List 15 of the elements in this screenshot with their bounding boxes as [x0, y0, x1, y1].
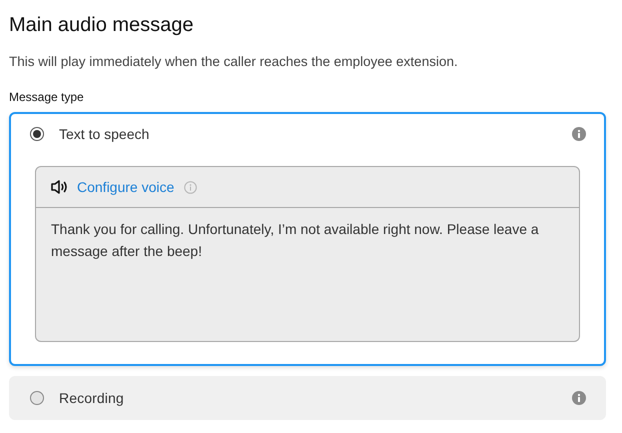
section-description: This will play immediately when the caller reaches the employee extension.	[9, 53, 459, 71]
option-label: Text to speech	[59, 124, 150, 144]
info-icon[interactable]	[184, 180, 198, 194]
section-title: Main audio message	[9, 13, 195, 38]
configure-voice-link[interactable]: Configure voice	[77, 176, 174, 198]
message-type-option[interactable]: Text to speech Configure voice Thank you for calling. Unfortunately, I’m not available right now. Please leave a message after the beep!	[9, 112, 606, 366]
field-label: Message type	[9, 89, 85, 106]
radio-button[interactable]	[30, 391, 44, 406]
message-text-field[interactable]: Thank you for calling. Unfortunately, I’m not available right now. Please leave a message after the beep!	[35, 208, 580, 342]
info-icon[interactable]	[572, 391, 586, 406]
option-label: Recording	[59, 388, 125, 408]
speaker-icon	[51, 179, 69, 196]
message-type-option[interactable]: Recording	[9, 376, 606, 420]
radio-button[interactable]	[30, 127, 44, 142]
info-icon[interactable]	[572, 127, 586, 142]
